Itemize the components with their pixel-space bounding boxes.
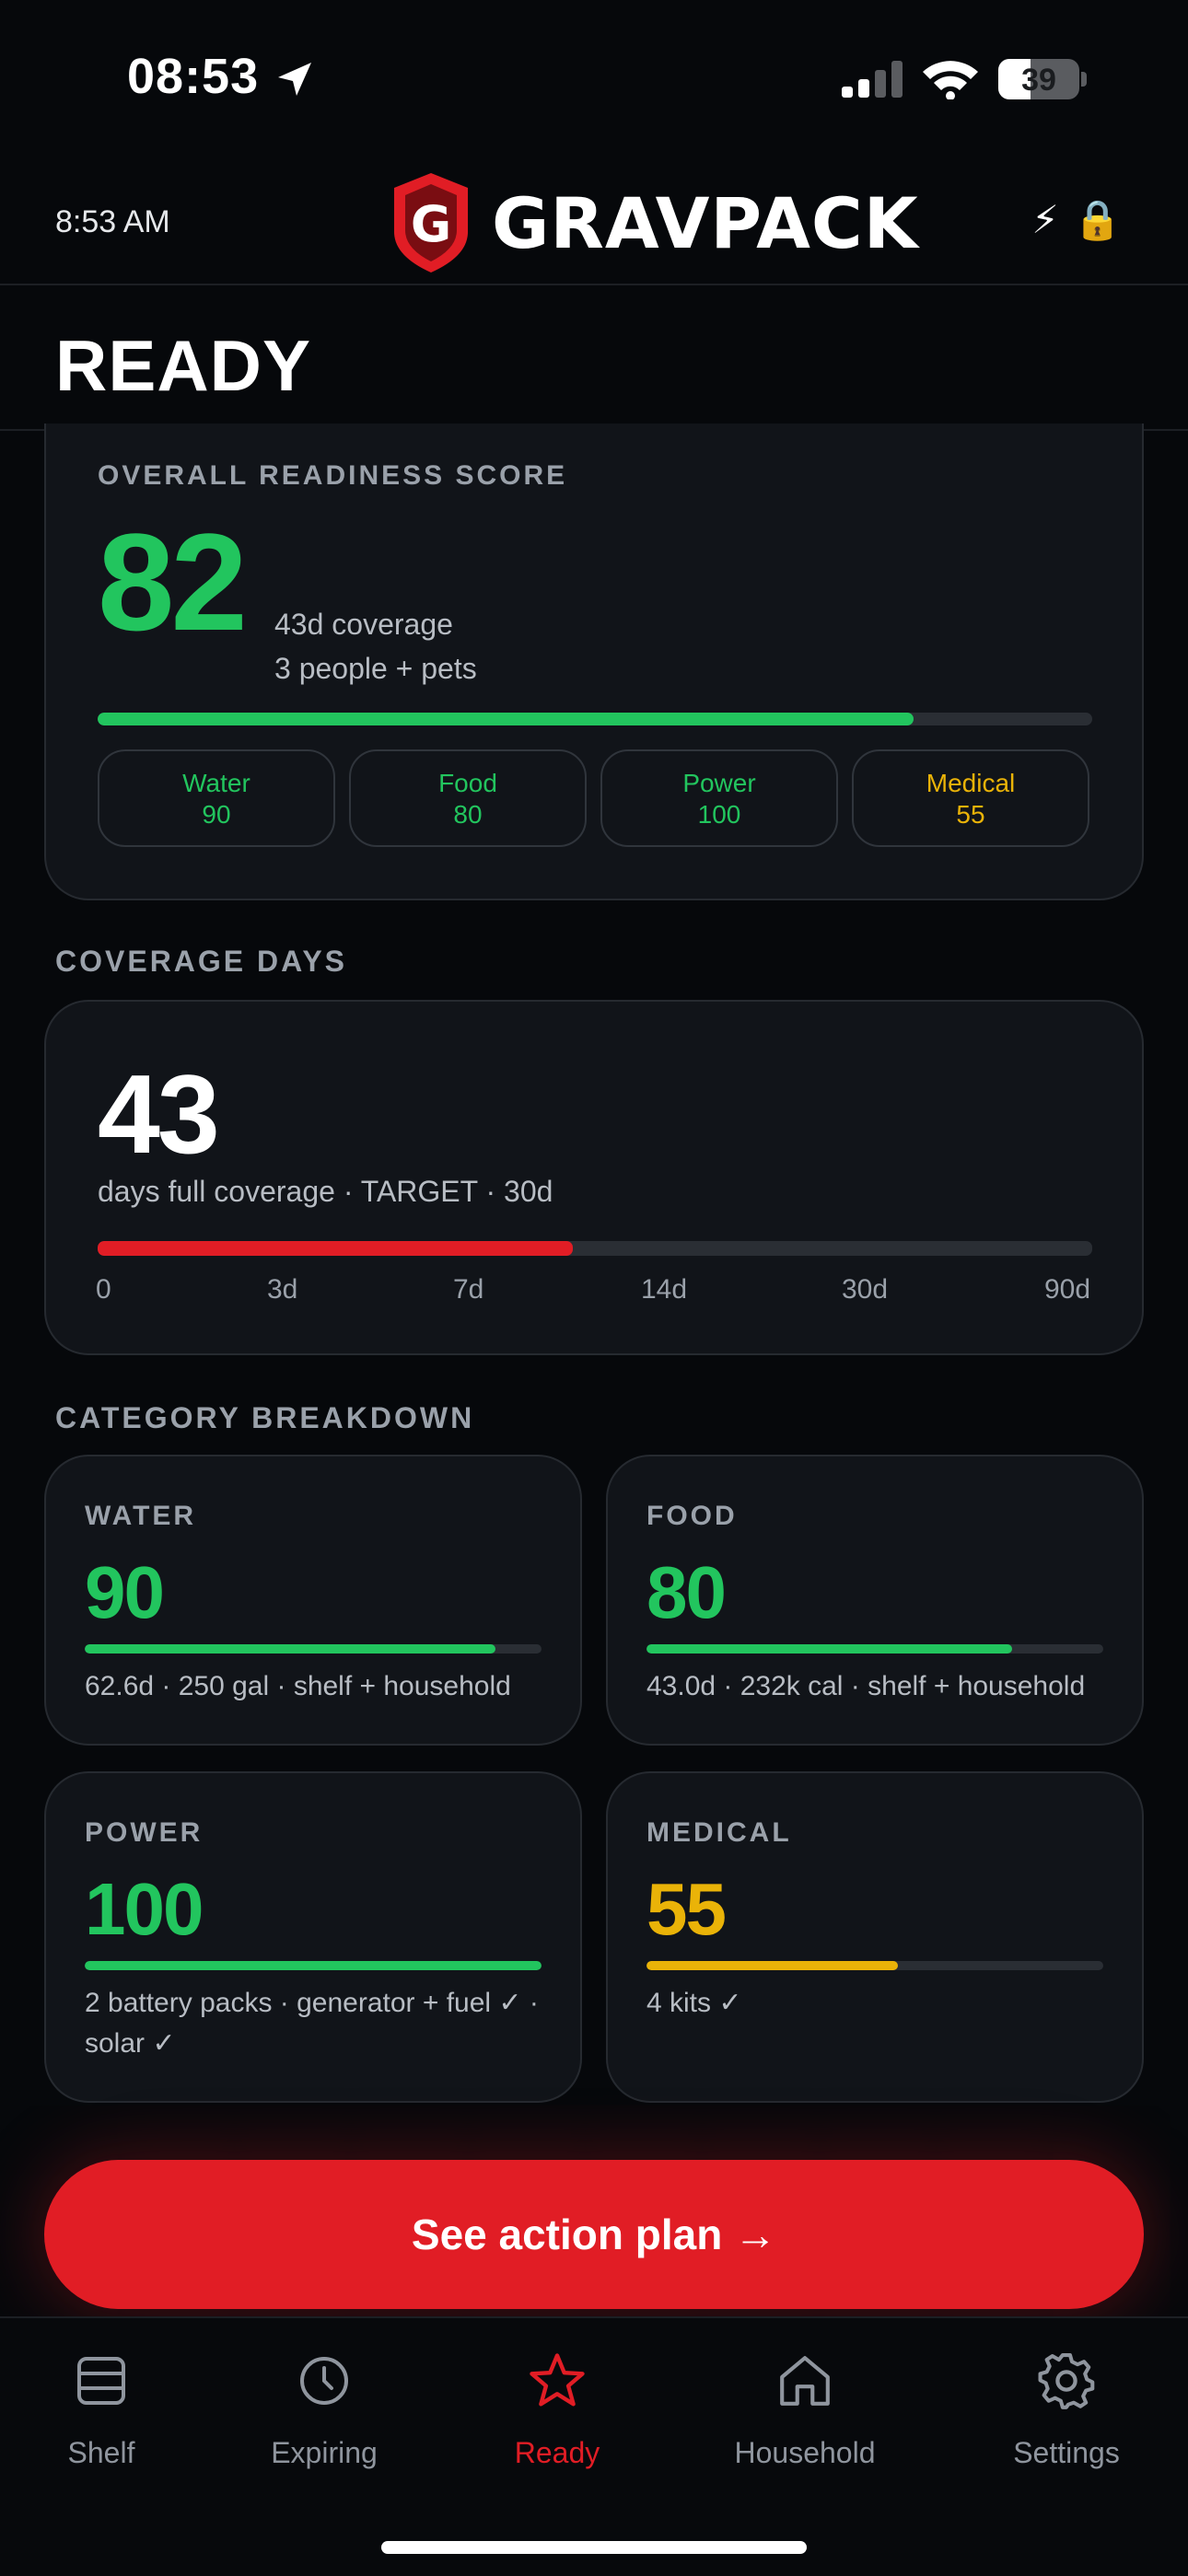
readiness-progress-bar (98, 713, 1092, 725)
category-progress-fill (85, 1961, 542, 1970)
pill-value: 100 (697, 800, 741, 829)
app-header: 8:53 AM G GRAVPACK ⚡🔒 (0, 157, 1188, 285)
shield-logo-icon: G (394, 173, 468, 273)
readiness-progress-fill (98, 713, 914, 725)
clock-icon (300, 2357, 348, 2405)
coverage-days: 43 (98, 1051, 220, 1177)
gear-icon (1038, 2353, 1095, 2409)
tab-bar: Shelf Expiring Ready Household Settings (0, 2316, 1188, 2576)
category-desc: 62.6d · 250 gal · shelf + household (85, 1671, 511, 1701)
pill-label: Water (182, 769, 250, 797)
tick-label: 30d (842, 1274, 889, 1305)
pill-label: Food (438, 769, 497, 797)
location-arrow-icon (278, 63, 311, 96)
tab-label: Settings (1013, 2436, 1120, 2469)
category-label: POWER (85, 1817, 204, 1848)
battery-level: 39 (1021, 63, 1056, 98)
pill-power[interactable]: Power 100 (600, 749, 838, 847)
star-icon (530, 2353, 585, 2407)
tab-label: Shelf (67, 2436, 135, 2469)
lock-icon[interactable]: 🔒 (1074, 198, 1136, 241)
tick-label: 14d (641, 1274, 688, 1305)
tab-ready[interactable]: Ready (447, 2346, 668, 2470)
tab-household[interactable]: Household (694, 2346, 915, 2470)
category-card-food[interactable]: FOOD 80 43.0d · 232k cal · shelf + house… (606, 1455, 1144, 1746)
lightning-icon[interactable]: ⚡ (1031, 198, 1074, 241)
coverage-progress-fill (98, 1241, 574, 1256)
category-progress-bar (85, 1644, 542, 1654)
house-icon (780, 2356, 830, 2406)
tab-shelf[interactable]: Shelf (0, 2346, 212, 2470)
pill-water[interactable]: Water 90 (98, 749, 335, 847)
category-score: 55 (646, 1868, 727, 1950)
category-score: 90 (85, 1551, 165, 1633)
tick-label: 90d (1044, 1274, 1091, 1305)
coverage-progress-bar (98, 1241, 1092, 1256)
header-icons: ⚡🔒 (1031, 197, 1136, 243)
status-time: 08:53 (127, 49, 260, 104)
category-card-power[interactable]: POWER 100 2 battery packs · generator + … (44, 1771, 582, 2103)
tab-label: Ready (514, 2436, 600, 2469)
category-label: MEDICAL (646, 1817, 792, 1848)
coverage-caption: days full coverage · TARGET · 30d (98, 1175, 553, 1208)
coverage-section-label: COVERAGE DAYS (55, 945, 347, 978)
category-progress-fill (646, 1644, 1012, 1654)
category-progress-bar (85, 1961, 542, 1970)
category-score: 100 (85, 1868, 204, 1950)
brand-name: GRAVPACK (492, 181, 919, 264)
tick-label: 3d (267, 1274, 298, 1305)
pill-label: Power (682, 769, 756, 797)
category-desc: 43.0d · 232k cal · shelf + household (646, 1671, 1086, 1701)
home-indicator[interactable] (381, 2541, 807, 2554)
tab-expiring[interactable]: Expiring (214, 2346, 435, 2470)
pill-value: 90 (202, 800, 231, 829)
readiness-card: OVERALL READINESS SCORE 82 43d coverage … (44, 424, 1144, 900)
category-progress-fill (85, 1644, 496, 1654)
coverage-ticks: 0 3d 7d 14d 30d 90d (96, 1274, 1092, 1311)
category-progress-bar (646, 1961, 1103, 1970)
category-score: 80 (646, 1551, 727, 1633)
pill-medical[interactable]: Medical 55 (852, 749, 1089, 847)
header-time: 8:53 AM (55, 204, 170, 239)
svg-text:G: G (411, 195, 451, 253)
page-title: READY (55, 325, 312, 406)
pill-food[interactable]: Food 80 (349, 749, 587, 847)
category-progress-bar (646, 1644, 1103, 1654)
tab-settings[interactable]: Settings (956, 2346, 1177, 2470)
readiness-score: 82 (98, 505, 248, 659)
category-progress-fill (646, 1961, 898, 1970)
brand-logo: G GRAVPACK (392, 171, 919, 274)
tick-label: 7d (453, 1274, 484, 1305)
battery-icon: 39 (998, 59, 1079, 99)
wifi-icon (923, 61, 978, 99)
cellular-signal-icon (842, 61, 903, 98)
readiness-coverage: 43d coverage (274, 608, 453, 641)
readiness-label: OVERALL READINESS SCORE (98, 460, 568, 491)
battery-tip (1081, 72, 1087, 87)
pill-value: 80 (453, 800, 483, 829)
category-card-medical[interactable]: MEDICAL 55 4 kits ✓ (606, 1771, 1144, 2103)
pill-value: 55 (956, 800, 985, 829)
category-card-water[interactable]: WATER 90 62.6d · 250 gal · shelf + house… (44, 1455, 582, 1746)
category-desc: 4 kits ✓ (646, 1988, 742, 2018)
shelf-icon (77, 2357, 125, 2405)
tab-label: Expiring (271, 2436, 378, 2469)
tick-label: 0 (96, 1274, 111, 1305)
page-title-bar: READY (0, 284, 1188, 431)
pill-label: Medical (926, 769, 1016, 797)
category-desc: 2 battery packs · generator + fuel ✓ · s… (85, 1988, 539, 2059)
readiness-people: 3 people + pets (274, 652, 477, 685)
see-action-plan-button[interactable]: See action plan → (44, 2160, 1144, 2309)
category-label: FOOD (646, 1501, 738, 1531)
tab-label: Household (734, 2436, 876, 2469)
status-bar: 08:53 39 (0, 0, 1188, 157)
breakdown-section-label: CATEGORY BREAKDOWN (55, 1401, 475, 1434)
category-label: WATER (85, 1501, 197, 1531)
